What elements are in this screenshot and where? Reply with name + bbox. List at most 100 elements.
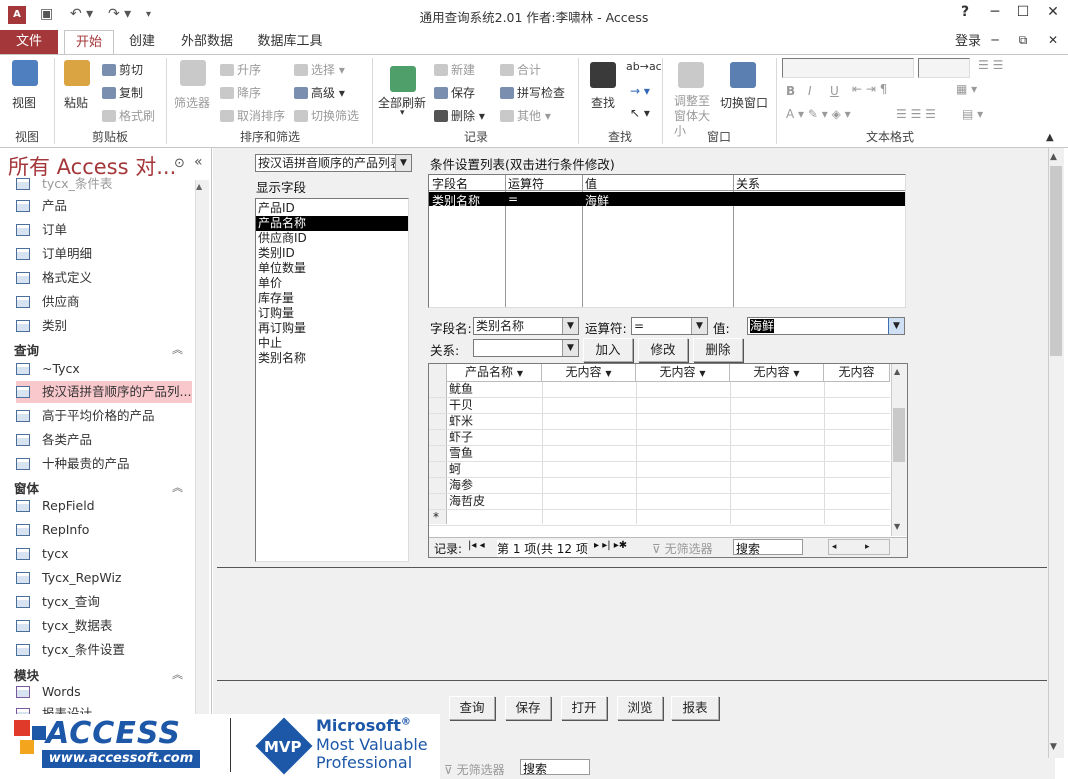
fill-color-icon[interactable]: ▤ ▾ [962,107,983,121]
switch-window-icon[interactable] [730,62,756,88]
nav-section-queries[interactable]: 查询 [14,340,39,359]
relation-combo[interactable]: ▼ [473,339,579,357]
list-item[interactable]: 类别名称 [256,351,408,366]
nav-item[interactable]: Tycx_RepWiz [16,567,192,589]
chevron-down-icon[interactable]: ▼ [793,369,799,378]
switch-window-button[interactable]: 切换窗口 [720,94,768,111]
find-button[interactable]: 查找 [591,94,615,111]
list-item[interactable]: 库存量 [256,291,408,306]
table-row[interactable]: 海参 [429,478,890,494]
font-size-combo[interactable] [918,58,970,78]
nav-item[interactable]: tycx_数据表 [16,615,192,637]
nav-item[interactable]: RepInfo [16,519,192,541]
scroll-down-icon[interactable]: ▼ [1050,742,1057,752]
paste-icon[interactable] [64,60,90,86]
list-item[interactable]: 再订购量 [256,321,408,336]
table-row[interactable]: 蚵 [429,462,890,478]
nav-item[interactable]: 订单明细 [16,243,192,265]
nav-item[interactable]: tycx [16,543,192,565]
underline-button[interactable]: U [830,84,839,98]
replace-icon[interactable]: ab→ac [626,60,662,73]
paste-button[interactable]: 粘贴 [64,94,88,111]
grid-col-header[interactable]: 产品名称 ▼ [447,364,542,382]
select-pointer-icon[interactable]: ↖ ▾ [630,106,650,120]
nav-item[interactable]: tycx_条件设置 [16,639,192,661]
nav-item[interactable]: 供应商 [16,291,192,313]
browse-button[interactable]: 浏览 [617,696,663,720]
sort-asc-button[interactable]: 升序 [220,61,261,78]
scroll-up-icon[interactable]: ▲ [196,182,202,191]
bold-button[interactable]: B [786,84,795,98]
more-button[interactable]: 其他 ▾ [500,107,551,124]
list-item[interactable]: 产品ID [256,201,408,216]
fields-listbox[interactable]: 产品ID 产品名称 供应商ID 类别ID 单位数量 单价 库存量 订购量 再订购… [255,198,409,562]
format-painter-button[interactable]: 格式刷 [102,107,155,124]
table-row[interactable]: 虾米 [429,414,890,430]
nav-item[interactable]: 订单 [16,219,192,241]
scroll-thumb[interactable] [893,408,905,462]
view-icon[interactable] [12,60,38,86]
table-row[interactable]: 虾子 [429,430,890,446]
doc-close-icon[interactable]: ✕ [1038,33,1068,47]
font-color-icon[interactable]: A ▾ ✎ ▾ ◈ ▾ [786,107,851,121]
align-icons[interactable]: ☰ ☰ ☰ [896,107,936,121]
value-combo[interactable]: 海鲜 ▼ [747,317,905,335]
chevron-down-icon[interactable]: ▼ [517,369,523,378]
chevron-down-icon[interactable]: ▼ [888,318,904,334]
advanced-button[interactable]: 高级 ▾ [294,84,345,101]
field-name-combo[interactable]: 类别名称 ▼ [473,317,579,335]
nav-item[interactable]: Words [16,681,192,703]
tab-create[interactable]: 创建 [118,30,166,54]
next-record-icon[interactable]: ▸ ▸| ▸✱ [594,540,627,551]
nav-scrollbar[interactable] [195,180,209,779]
refresh-dropdown-icon[interactable]: ▾ [400,108,405,118]
bullets-icon[interactable]: ☰ ☰ [978,58,1003,72]
grid-col-header[interactable]: 无内容 ▼ [542,364,636,382]
table-row[interactable]: 海哲皮 [429,494,890,510]
condition-row-selected[interactable] [429,192,905,206]
nav-item[interactable]: 类别 [16,315,192,337]
chevron-up-icon[interactable]: ︽ [172,666,183,682]
spelling-button[interactable]: 拼写检查 [500,84,565,101]
grid-col-header[interactable]: 无内容 ▼ [730,364,824,382]
nav-item[interactable]: 格式定义 [16,267,192,289]
chevron-down-icon[interactable]: ▼ [395,155,411,171]
nav-item[interactable]: 产品 [16,195,192,217]
cut-button[interactable]: 剪切 [102,61,143,78]
ribbon-minimize-icon[interactable]: ─ [980,33,1010,47]
scroll-thumb[interactable] [1050,166,1062,356]
size-to-fit-icon[interactable] [678,62,704,88]
nav-item[interactable]: 高于平均价格的产品 [16,405,192,427]
doc-restore-icon[interactable]: ⧉ [1008,33,1038,48]
binoculars-icon[interactable] [590,62,616,88]
source-combo[interactable]: 按汉语拼音顺序的产品列表 ▼ [255,154,412,172]
new-record-row[interactable]: * [429,510,890,526]
indent-icons[interactable]: ⇤ ⇥ ¶ [852,82,887,96]
report-button[interactable]: 报表 [671,696,719,720]
scroll-up-icon[interactable]: ▲ [894,367,900,376]
minimize-button[interactable]: ─ [980,4,1010,20]
nav-item[interactable]: tycx_查询 [16,591,192,613]
grid-col-header[interactable]: 无内容 ▼ [636,364,730,382]
list-item[interactable]: 类别ID [256,246,408,261]
status-search-input[interactable]: 搜索 [520,759,590,776]
nav-item[interactable]: tycx_条件表 [16,173,192,191]
grid-col-header[interactable]: 无内容 [824,364,890,382]
delete-condition-button[interactable]: 删除 [693,338,743,362]
font-name-combo[interactable] [782,58,914,78]
chevron-down-icon[interactable]: ▼ [562,318,578,334]
list-item[interactable]: 单位数量 [256,261,408,276]
list-item[interactable]: 订购量 [256,306,408,321]
nav-item[interactable]: 各类产品 [16,429,192,451]
selection-button[interactable]: 选择 ▾ [294,61,345,78]
nav-item-selected[interactable]: 按汉语拼音顺序的产品列... [16,381,192,403]
tab-external-data[interactable]: 外部数据 [172,30,242,54]
nav-item[interactable]: ~Tycx [16,358,192,380]
query-button[interactable]: 查询 [449,696,495,720]
save-record-button[interactable]: 保存 [434,84,475,101]
close-button[interactable]: ✕ [1038,4,1068,20]
open-button[interactable]: 打开 [561,696,607,720]
view-button[interactable]: 视图 [12,94,36,111]
datasheet-hscroll[interactable]: ◂ ▸ [828,539,890,555]
sort-desc-button[interactable]: 降序 [220,84,261,101]
